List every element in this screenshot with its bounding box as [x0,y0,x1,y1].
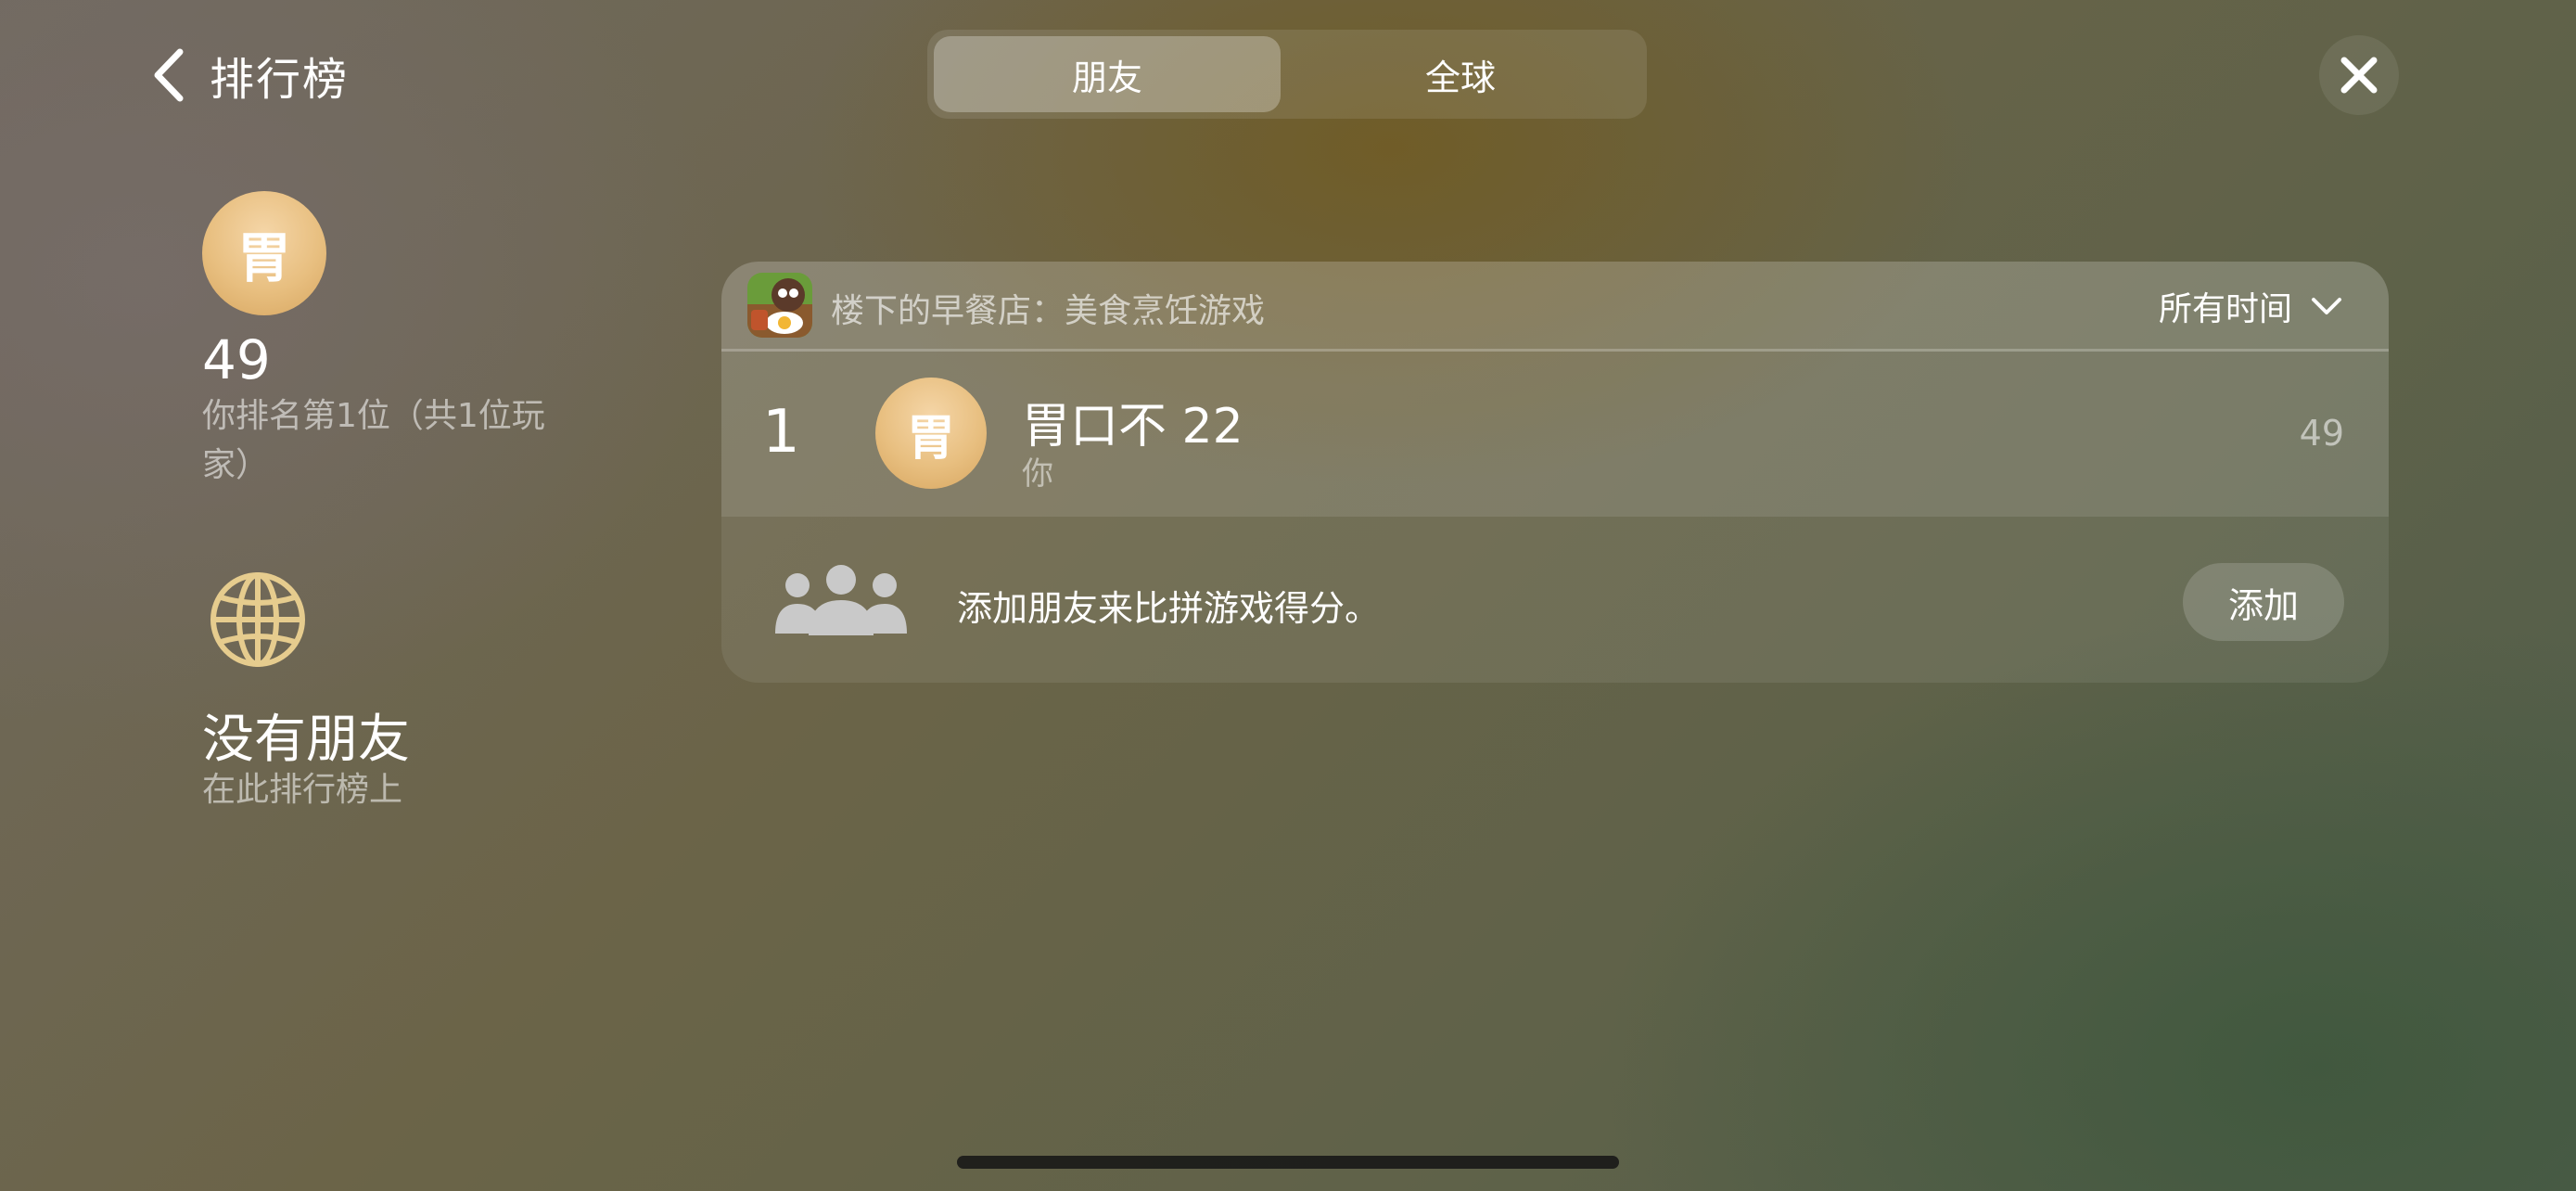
add-friends-row: 添加朋友来比拼游戏得分。 添加 [721,517,2389,683]
close-button[interactable] [2319,35,2399,115]
player-score: 49 [202,328,271,391]
people-icon [775,565,907,635]
chevron-down-icon [2312,298,2341,314]
scope-segmented-control: 朋友 全球 [927,30,1647,119]
no-friends-subtitle: 在此排行榜上 [202,771,403,809]
chevron-left-icon [154,48,184,102]
time-filter-label: 所有时间 [2158,290,2292,328]
entry-avatar: 胃 [875,378,987,489]
leaderboard-card: 楼下的早餐店：美食烹饪游戏 所有时间 1 胃 胃口不 22 你 49 添加朋友来… [721,262,2389,683]
back-label: 排行榜 [210,54,350,106]
entry-rank: 1 [762,398,800,467]
leaderboard-header: 楼下的早餐店：美食烹饪游戏 所有时间 [721,262,2389,352]
back-button[interactable]: 排行榜 [148,41,349,109]
player-avatar: 胃 [202,191,326,315]
leaderboard-row[interactable]: 1 胃 胃口不 22 你 49 [721,352,2389,517]
game-app-icon [747,273,812,338]
add-friends-text: 添加朋友来比拼游戏得分。 [957,588,1381,629]
no-friends-title: 没有朋友 [202,710,410,770]
globe-icon [210,572,305,667]
player-rank-text: 你排名第1位（共1位玩家） [202,397,545,484]
add-friends-button[interactable]: 添加 [2183,563,2344,641]
tab-global[interactable]: 全球 [1287,36,1634,112]
entry-name: 胃口不 22 [1022,399,1243,455]
time-filter-dropdown[interactable]: 所有时间 [2159,282,2342,330]
entry-score: 49 [2299,413,2344,454]
close-icon [2340,57,2378,94]
entry-subtitle: 你 [1022,455,1053,493]
home-indicator[interactable] [957,1156,1619,1169]
tab-friends[interactable]: 朋友 [934,36,1281,112]
game-title: 楼下的早餐店：美食烹饪游戏 [831,292,1266,330]
